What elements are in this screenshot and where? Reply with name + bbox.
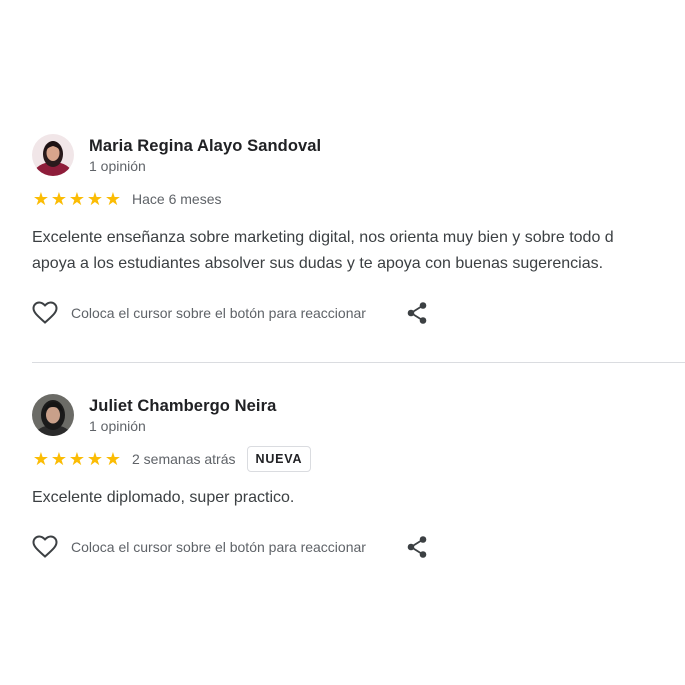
star-rating: ★ ★ ★ ★ ★ [32,450,122,468]
actions-row: Coloca el cursor sobre el botón para rea… [32,301,685,325]
heart-icon[interactable] [32,301,58,325]
author-info: Juliet Chambergo Neira 1 opinión [89,396,276,435]
star-icon: ★ [86,189,104,209]
review-date: 2 semanas atrás [132,451,236,467]
review-text-line: Excelente diplomado, super practico. [32,489,295,506]
author-name[interactable]: Maria Regina Alayo Sandoval [89,136,321,156]
share-icon[interactable] [406,301,428,325]
rating-row: ★ ★ ★ ★ ★ Hace 6 meses [32,186,685,212]
actions-row: Coloca el cursor sobre el botón para rea… [32,535,685,559]
star-icon: ★ [68,189,86,209]
author-info: Maria Regina Alayo Sandoval 1 opinión [89,136,321,175]
star-icon: ★ [50,189,68,209]
reviews-page: Maria Regina Alayo Sandoval 1 opinión ★ … [0,0,685,685]
react-hint-label: Coloca el cursor sobre el botón para rea… [71,539,366,555]
author-name[interactable]: Juliet Chambergo Neira [89,396,276,416]
author-row: Maria Regina Alayo Sandoval 1 opinión [32,134,685,176]
star-icon: ★ [104,449,122,469]
share-icon[interactable] [406,535,428,559]
divider [32,362,685,363]
author-review-count: 1 opinión [89,158,146,174]
author-row: Juliet Chambergo Neira 1 opinión [32,394,685,436]
heart-icon[interactable] [32,535,58,559]
star-icon: ★ [32,449,50,469]
author-review-count: 1 opinión [89,418,146,434]
star-icon: ★ [104,189,122,209]
rating-row: ★ ★ ★ ★ ★ 2 semanas atrás NUEVA [32,446,685,472]
review-card: Maria Regina Alayo Sandoval 1 opinión ★ … [32,134,685,325]
avatar[interactable] [32,394,74,436]
review-text: Excelente enseñanza sobre marketing digi… [32,225,685,277]
star-icon: ★ [50,449,68,469]
avatar[interactable] [32,134,74,176]
review-text-line: apoya a los estudiantes absolver sus dud… [32,255,604,272]
react-hint-label: Coloca el cursor sobre el botón para rea… [71,305,366,321]
star-icon: ★ [68,449,86,469]
new-badge: NUEVA [246,446,312,472]
review-date: Hace 6 meses [132,191,222,207]
star-rating: ★ ★ ★ ★ ★ [32,190,122,208]
star-icon: ★ [32,189,50,209]
review-text-line: Excelente enseñanza sobre marketing digi… [32,229,614,246]
star-icon: ★ [86,449,104,469]
review-text: Excelente diplomado, super practico. [32,485,685,511]
review-card: Juliet Chambergo Neira 1 opinión ★ ★ ★ ★… [32,394,685,559]
